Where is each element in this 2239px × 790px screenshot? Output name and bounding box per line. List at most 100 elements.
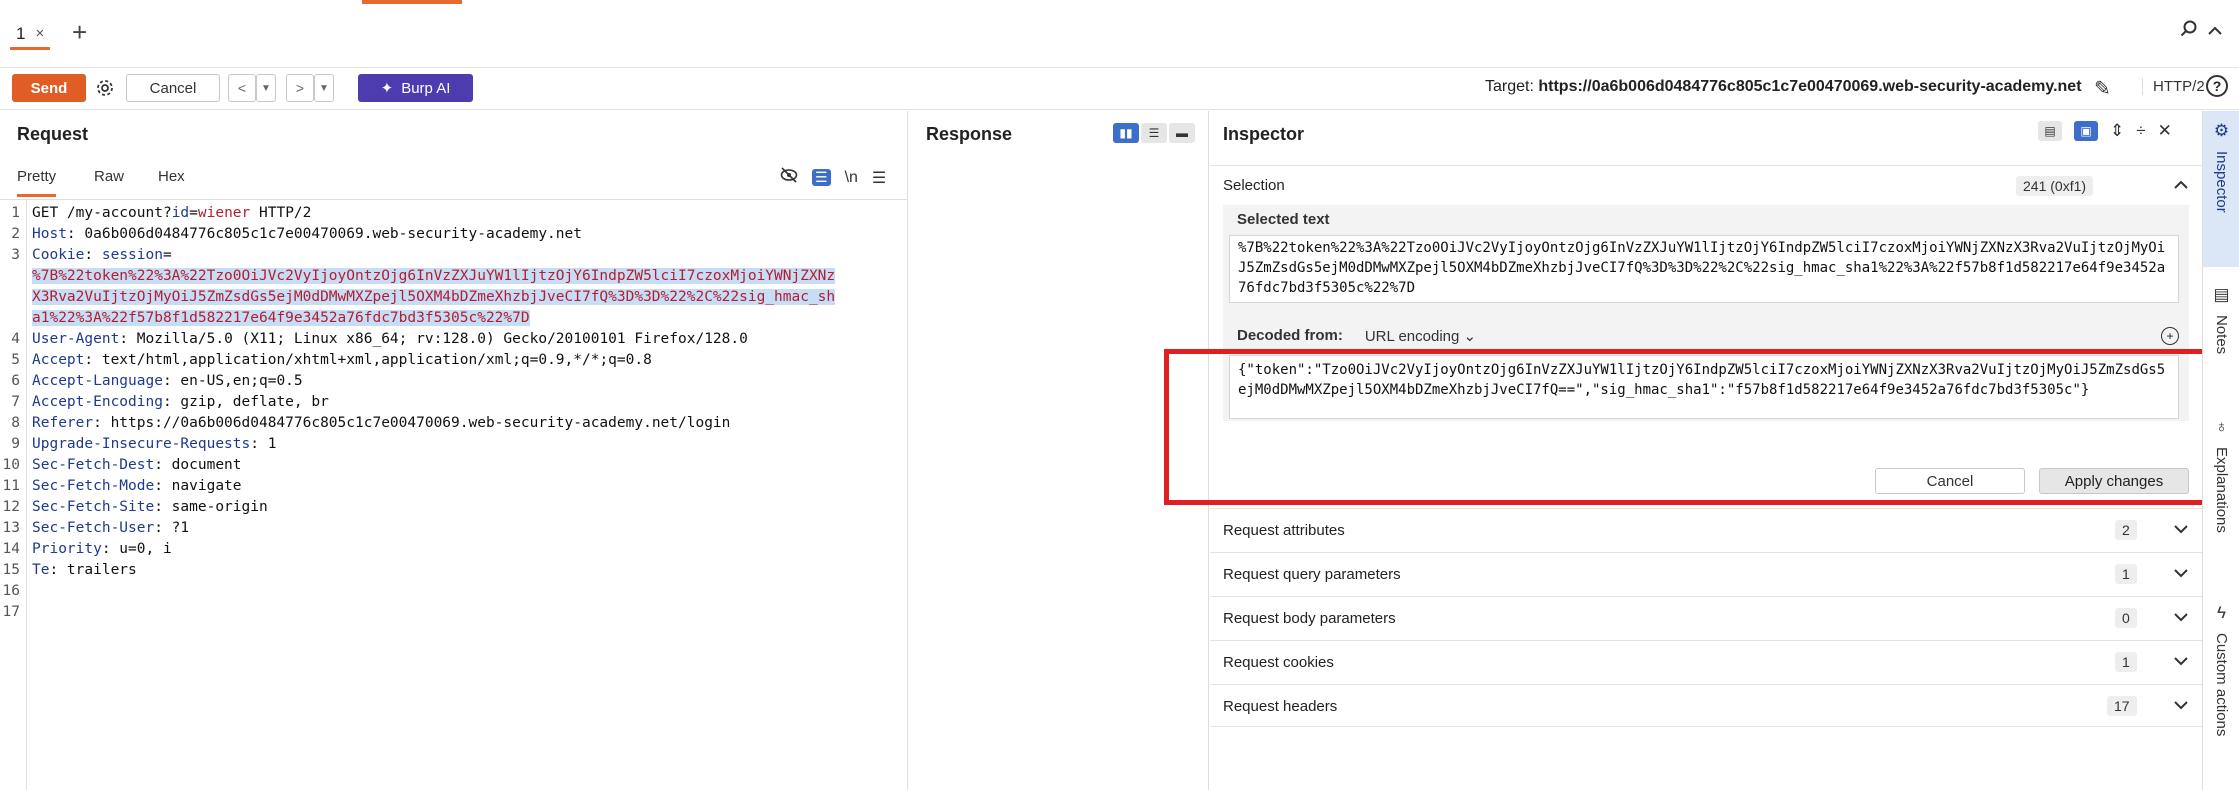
selected-text-label: Selected text bbox=[1237, 211, 1330, 228]
code-token: = bbox=[162, 247, 172, 263]
line-number: 9 bbox=[11, 436, 20, 452]
line-number: 17 bbox=[2, 604, 20, 620]
code-line[interactable]: Referer: https://0a6b006d0484776c805c1c7… bbox=[32, 413, 730, 434]
pencil-icon[interactable]: ✎ bbox=[2094, 76, 2111, 101]
code-line[interactable]: GET /my-account?id=wiener HTTP/2 bbox=[32, 203, 311, 224]
side-tab-explanations[interactable]: ♁ Explanations bbox=[2203, 417, 2239, 533]
line-number: 5 bbox=[11, 352, 20, 368]
code-token: : navigate bbox=[154, 478, 242, 494]
code-line[interactable]: X3Rva2VuIjtzOjMyOiJ5ZmZsdGs5ejM0dDMwMXZp… bbox=[32, 287, 836, 308]
layout-toggle: ▮▮ ☰ ▬ bbox=[1113, 123, 1195, 143]
code-line[interactable]: Upgrade-Insecure-Requests: 1 bbox=[32, 434, 276, 455]
inspector-title: Inspector bbox=[1223, 124, 1305, 144]
section-count: 1 bbox=[2115, 652, 2137, 672]
side-tab-inspector[interactable]: ⚙ Inspector bbox=[2203, 111, 2239, 267]
inspector-layout-panel-icon[interactable]: ▣ bbox=[2074, 121, 2098, 141]
decoding-select-value: URL encoding bbox=[1364, 328, 1460, 345]
selection-label: Selection bbox=[1223, 177, 1285, 194]
code-line[interactable]: %7B%22token%22%3A%22Tzo0OiJVc2VyIjoyOntz… bbox=[32, 266, 836, 287]
section-count: 17 bbox=[2107, 696, 2137, 716]
selected-text-value[interactable]: %7B%22token%22%3A%22Tzo0OiJVc2VyIjoyOntz… bbox=[1229, 235, 2179, 303]
code-token: id bbox=[171, 205, 190, 221]
add-decoding-icon[interactable]: + bbox=[2161, 327, 2179, 345]
repeater-tab-1[interactable]: 1 × bbox=[10, 20, 51, 50]
help-icon[interactable]: ? bbox=[2206, 75, 2228, 97]
section-request-query-parameters[interactable]: Request query parameters 1 bbox=[1210, 552, 2202, 596]
http-version-toggle[interactable]: HTTP/2 bbox=[2142, 78, 2205, 95]
inspector-layout-list-icon[interactable]: ▤ bbox=[2038, 121, 2062, 141]
code-token: : same-origin bbox=[154, 499, 268, 515]
collapse-chevron-up-icon[interactable] bbox=[2208, 20, 2222, 41]
hide-eye-icon[interactable] bbox=[780, 167, 798, 188]
code-token: Upgrade-Insecure-Requests bbox=[32, 436, 251, 452]
tab-pretty[interactable]: Pretty bbox=[17, 168, 57, 197]
selection-header[interactable]: Selection 241 (0xf1) bbox=[1210, 165, 2202, 205]
selection-count: 241 (0xf1) bbox=[2016, 176, 2094, 196]
target-url: https://0a6b006d0484776c805c1c7e00470069… bbox=[1538, 78, 2082, 95]
code-line[interactable]: User-Agent: Mozilla/5.0 (X11; Linux x86_… bbox=[32, 329, 748, 350]
tab-raw[interactable]: Raw bbox=[94, 168, 124, 194]
wrap-lines-icon[interactable]: ☰ bbox=[812, 169, 831, 186]
code-line[interactable]: Sec-Fetch-Dest: document bbox=[32, 455, 242, 476]
code-line[interactable]: Accept-Language: en-US,en;q=0.5 bbox=[32, 371, 303, 392]
chevron-down-icon: ⌄ bbox=[1463, 328, 1477, 345]
code-line[interactable]: Host: 0a6b006d0484776c805c1c7e00470069.w… bbox=[32, 224, 582, 245]
code-token: wiener bbox=[197, 205, 251, 221]
target-prefix: Target: bbox=[1485, 78, 1534, 95]
selected-cookie-value: %7B%22token%22%3A%22Tzo0OiJVc2VyIjoyOntz… bbox=[32, 268, 836, 284]
code-line[interactable]: Accept-Encoding: gzip, deflate, br bbox=[32, 392, 329, 413]
code-line[interactable]: Cookie: session= bbox=[32, 245, 172, 266]
notes-icon: ▤ bbox=[2213, 285, 2230, 304]
layout-side-by-side-icon[interactable]: ▮▮ bbox=[1113, 123, 1139, 143]
expand-all-icon[interactable]: ⇕ bbox=[2110, 121, 2124, 141]
tab-hex[interactable]: Hex bbox=[158, 168, 185, 194]
code-line[interactable]: Sec-Fetch-Site: same-origin bbox=[32, 497, 268, 518]
code-line[interactable]: Priority: u=0, i bbox=[32, 539, 172, 560]
code-line[interactable]: Te: trailers bbox=[32, 560, 137, 581]
line-number: 11 bbox=[2, 478, 20, 494]
menu-icon[interactable]: ☰ bbox=[872, 168, 886, 188]
code-token: Sec-Fetch-Site bbox=[32, 499, 155, 515]
add-tab-icon[interactable]: + bbox=[72, 17, 87, 48]
request-title: Request bbox=[17, 124, 89, 144]
code-token: : 0a6b006d0484776c805c1c7e00470069.web-s… bbox=[66, 226, 582, 242]
forward-chevron-icon[interactable]: > bbox=[286, 74, 314, 102]
search-icon[interactable] bbox=[2180, 18, 2198, 44]
code-token: Accept-Encoding bbox=[32, 394, 163, 410]
chevron-down-icon bbox=[2174, 518, 2188, 539]
line-number: 14 bbox=[2, 541, 20, 557]
tab-close-icon[interactable]: × bbox=[35, 25, 44, 42]
side-tab-notes[interactable]: ▤ Notes bbox=[2203, 285, 2239, 354]
layout-tabs-icon[interactable]: ▬ bbox=[1169, 123, 1195, 143]
send-button[interactable]: Send bbox=[12, 74, 86, 102]
section-request-headers[interactable]: Request headers 17 bbox=[1210, 684, 2202, 728]
back-chevron-icon[interactable]: < bbox=[228, 74, 256, 102]
newline-toggle[interactable]: \n bbox=[845, 169, 858, 187]
code-token: : 1 bbox=[250, 436, 277, 452]
back-history-dropdown-icon[interactable]: ▼ bbox=[256, 74, 276, 102]
section-label: Request query parameters bbox=[1223, 566, 1401, 583]
chevron-down-icon bbox=[2174, 694, 2188, 715]
collapse-all-icon[interactable]: ÷ bbox=[2136, 121, 2145, 141]
divider bbox=[1210, 726, 2202, 727]
forward-history-dropdown-icon[interactable]: ▼ bbox=[314, 74, 334, 102]
code-token: Sec-Fetch-Mode bbox=[32, 478, 155, 494]
close-icon[interactable]: ✕ bbox=[2158, 121, 2172, 141]
code-line[interactable]: a1%22%3A%22f57b8f1d582217e64f9e3452a76fd… bbox=[32, 308, 530, 329]
section-request-cookies[interactable]: Request cookies 1 bbox=[1210, 640, 2202, 684]
code-line[interactable]: Sec-Fetch-Mode: navigate bbox=[32, 476, 242, 497]
decoding-select[interactable]: URL encoding ⌄ bbox=[1365, 327, 1476, 345]
chevron-down-icon bbox=[2174, 562, 2188, 583]
chevron-up-icon[interactable] bbox=[2174, 174, 2188, 195]
cancel-button[interactable]: Cancel bbox=[126, 74, 220, 102]
decoded-from-row: Decoded from: URL encoding ⌄ bbox=[1237, 327, 1476, 345]
code-line[interactable]: Sec-Fetch-User: ?1 bbox=[32, 518, 189, 539]
gear-icon[interactable] bbox=[92, 74, 118, 102]
burp-ai-button[interactable]: ✦ Burp AI bbox=[358, 74, 473, 102]
code-line[interactable]: Accept: text/html,application/xhtml+xml,… bbox=[32, 350, 652, 371]
section-request-attributes[interactable]: Request attributes 2 bbox=[1210, 508, 2202, 552]
section-request-body-parameters[interactable]: Request body parameters 0 bbox=[1210, 596, 2202, 640]
layout-stacked-icon[interactable]: ☰ bbox=[1141, 123, 1167, 143]
side-tab-custom-actions[interactable]: ϟ Custom actions bbox=[2203, 603, 2239, 736]
line-number: 1 bbox=[11, 205, 20, 221]
